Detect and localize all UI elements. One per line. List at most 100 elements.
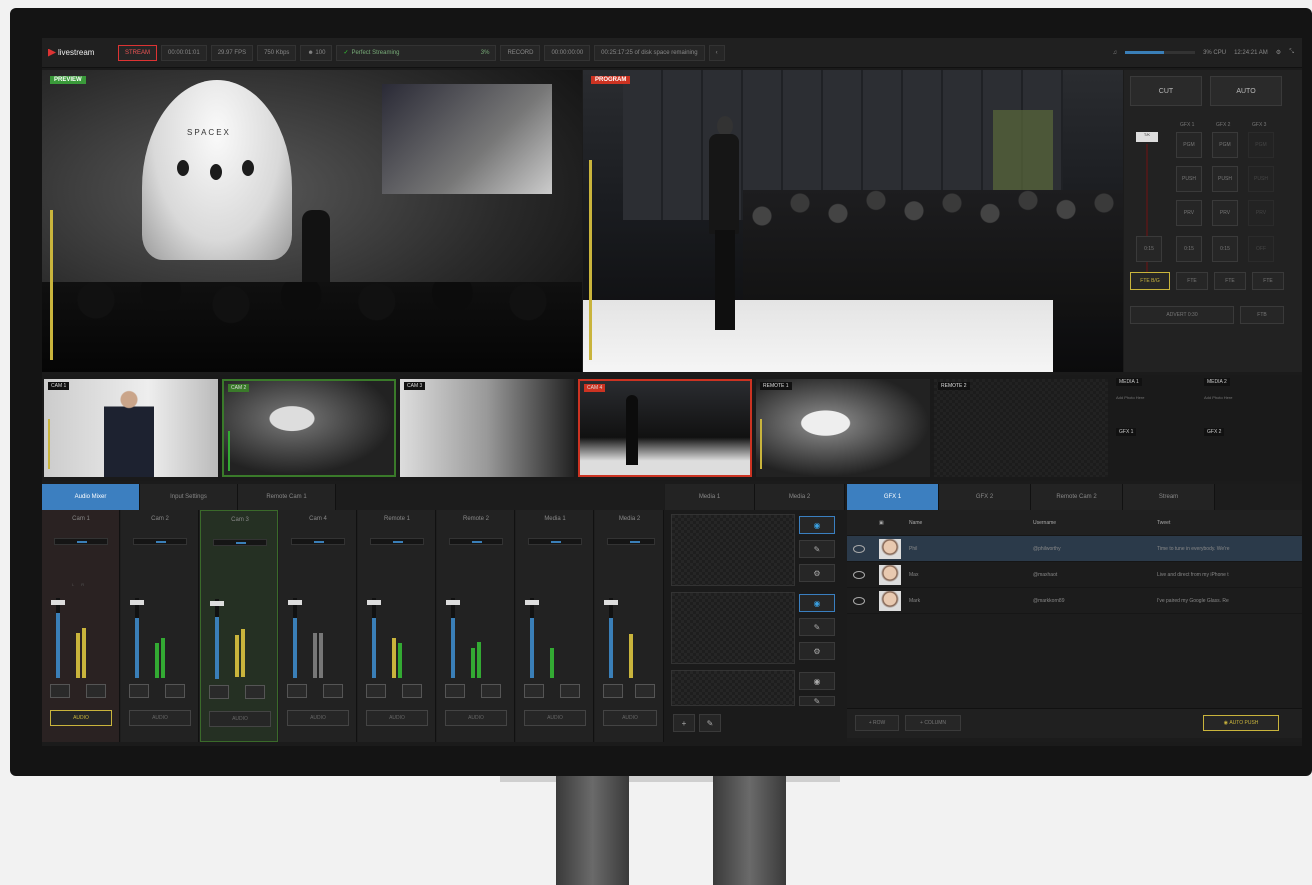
pencil-icon[interactable]: ✎ (799, 696, 835, 706)
eye-icon[interactable]: ◉ (799, 516, 835, 534)
gfx3-duration-button[interactable]: OFF (1248, 236, 1274, 262)
speaker-icon[interactable] (287, 684, 307, 698)
headphones-icon[interactable] (323, 684, 343, 698)
gfx2-pgm-button[interactable]: PGM (1212, 132, 1238, 158)
collapse-icon[interactable]: ‹ (708, 44, 725, 61)
gfx3-prv-button[interactable]: PRV (1248, 200, 1274, 226)
fader-knob[interactable] (367, 600, 381, 605)
speaker-icon[interactable] (603, 684, 623, 698)
t-bar-handle[interactable]: T/K (1136, 132, 1158, 142)
volume-fader[interactable] (56, 598, 60, 678)
speaker-icon[interactable] (445, 684, 465, 698)
pan-slider[interactable] (213, 539, 267, 546)
eye-icon[interactable] (853, 544, 865, 553)
tab-audio-mixer[interactable]: Audio Mixer (42, 484, 140, 510)
cut-button[interactable]: CUT (1130, 76, 1202, 106)
media-1-source[interactable]: MEDIA 1 Add Photo Here (1116, 378, 1144, 400)
fader-knob[interactable] (446, 600, 460, 605)
headphones-icon[interactable] (402, 684, 422, 698)
audio-button[interactable]: AUDIO (445, 710, 507, 726)
record-button[interactable]: RECORD (500, 44, 541, 61)
fte-button-1[interactable]: FTE (1176, 272, 1208, 290)
media-2-source[interactable]: MEDIA 2 Add Photo Here (1204, 378, 1232, 400)
fader-knob[interactable] (210, 601, 224, 606)
auto-push-button[interactable]: ◉ AUTO PUSH (1203, 715, 1279, 731)
audio-button[interactable]: AUDIO (603, 710, 657, 726)
add-icon[interactable]: + (673, 714, 695, 732)
fader-knob[interactable] (51, 600, 65, 605)
gfx2-duration-button[interactable]: 0:15 (1212, 236, 1238, 262)
gfx-2-source[interactable]: GFX 2 (1204, 428, 1225, 436)
tab-gfx-1[interactable]: GFX 1 (847, 484, 939, 510)
tab-stream[interactable]: Stream (1123, 484, 1215, 510)
headphones-icon[interactable] (481, 684, 501, 698)
tab-input-settings[interactable]: Input Settings (140, 484, 238, 510)
audio-button[interactable]: AUDIO (50, 710, 112, 726)
speaker-icon[interactable] (209, 685, 229, 699)
gfx2-prv-button[interactable]: PRV (1212, 200, 1238, 226)
tab-media-2[interactable]: Media 2 (755, 484, 845, 510)
stream-button[interactable]: STREAM (118, 44, 158, 61)
headphones-icon[interactable] (165, 684, 185, 698)
headphones-icon[interactable] (560, 684, 580, 698)
volume-fader[interactable] (609, 598, 613, 678)
tab-gfx-2[interactable]: GFX 2 (939, 484, 1031, 510)
audio-button[interactable]: AUDIO (209, 711, 271, 727)
headphones-icon[interactable] (635, 684, 655, 698)
add-row-button[interactable]: + ROW (855, 715, 899, 731)
ftb-button[interactable]: FTB (1240, 306, 1284, 324)
gfx2-push-button[interactable]: PUSH (1212, 166, 1238, 192)
audio-button[interactable]: AUDIO (287, 710, 349, 726)
fte-button-2[interactable]: FTE (1214, 272, 1246, 290)
speaker-icon[interactable] (50, 684, 70, 698)
fte-bg-button[interactable]: FTE B/G (1130, 272, 1170, 290)
source-remote-1[interactable]: REMOTE 1 (756, 379, 930, 477)
gfx3-pgm-button[interactable]: PGM (1248, 132, 1274, 158)
headphones-icon[interactable] (86, 684, 106, 698)
media-slot-2[interactable] (671, 592, 795, 664)
pencil-icon[interactable]: ✎ (699, 714, 721, 732)
gfx-1-source[interactable]: GFX 1 (1116, 428, 1137, 436)
audio-button[interactable]: AUDIO (129, 710, 191, 726)
fullscreen-icon[interactable]: ⤡ (1289, 49, 1294, 56)
volume-fader[interactable] (451, 598, 455, 678)
source-cam-4[interactable]: CAM 4 (578, 379, 752, 477)
pan-slider[interactable] (54, 538, 108, 545)
audio-button[interactable]: AUDIO (366, 710, 428, 726)
pan-slider[interactable] (607, 538, 655, 545)
tab-remote-cam-2[interactable]: Remote Cam 2 (1031, 484, 1123, 510)
volume-fader[interactable] (135, 598, 139, 678)
trans-duration-button[interactable]: 0:15 (1136, 236, 1162, 262)
settings-gear-icon[interactable]: ⚙ (1276, 49, 1281, 56)
gfx1-prv-button[interactable]: PRV (1176, 200, 1202, 226)
volume-fader[interactable] (372, 598, 376, 678)
eye-icon[interactable]: ◉ (799, 672, 835, 690)
speaker-icon[interactable] (129, 684, 149, 698)
media-slot-1[interactable] (671, 514, 795, 586)
audio-button[interactable]: AUDIO (524, 710, 586, 726)
speaker-icon[interactable] (366, 684, 386, 698)
pan-slider[interactable] (133, 538, 187, 545)
volume-fader[interactable] (530, 598, 534, 678)
auto-button[interactable]: AUTO (1210, 76, 1282, 106)
headphones-icon[interactable] (245, 685, 265, 699)
gfx1-pgm-button[interactable]: PGM (1176, 132, 1202, 158)
speaker-icon[interactable] (524, 684, 544, 698)
fader-knob[interactable] (130, 600, 144, 605)
pan-slider[interactable] (370, 538, 424, 545)
fader-knob[interactable] (604, 600, 618, 605)
table-row[interactable]: Mark @markkorn89 I've paired my Google G… (847, 588, 1302, 614)
pencil-icon[interactable]: ✎ (799, 540, 835, 558)
fader-knob[interactable] (288, 600, 302, 605)
pan-slider[interactable] (528, 538, 582, 545)
table-row[interactable]: Phil @philworthy Time to tune in everybo… (847, 536, 1302, 562)
table-row[interactable]: Max @maxhaot Live and direct from my iPh… (847, 562, 1302, 588)
gear-icon[interactable]: ⚙ (799, 564, 835, 582)
tab-media-1[interactable]: Media 1 (665, 484, 755, 510)
eye-icon[interactable]: ◉ (799, 594, 835, 612)
gfx1-push-button[interactable]: PUSH (1176, 166, 1202, 192)
source-cam-1[interactable]: CAM 1 (44, 379, 218, 477)
advert-button[interactable]: ADVERT 0:30 (1130, 306, 1234, 324)
source-cam-3[interactable]: CAM 3 (400, 379, 574, 477)
volume-fader[interactable] (293, 598, 297, 678)
